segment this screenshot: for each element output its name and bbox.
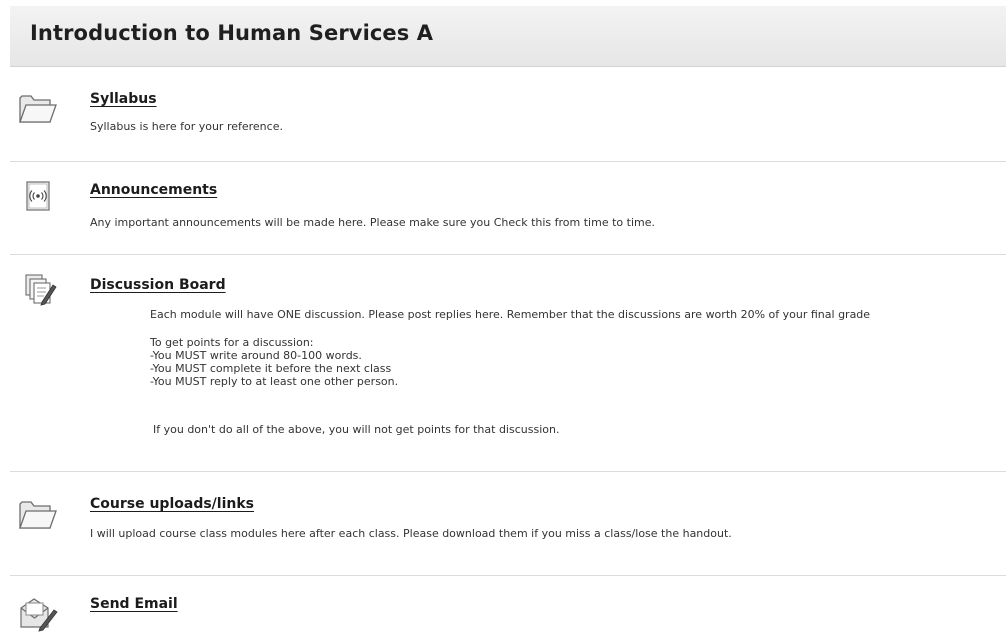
- page-header: Introduction to Human Services A: [10, 6, 1006, 67]
- folder-icon: [18, 90, 58, 130]
- discussion-board-link[interactable]: Discussion Board: [90, 277, 226, 293]
- announcement-icon: [18, 180, 58, 220]
- discussion-footer: If you don't do all of the above, you wi…: [153, 423, 560, 436]
- content-item-discussion-board: Discussion Board Each module will have O…: [10, 255, 1006, 472]
- content-item-syllabus: Syllabus Syllabus is here for your refer…: [10, 88, 1006, 162]
- discussion-rule: -You MUST write around 80-100 words.: [150, 349, 362, 362]
- discussion-intro: Each module will have ONE discussion. Pl…: [150, 308, 871, 321]
- course-uploads-description: I will upload course class modules here …: [90, 527, 732, 540]
- discussion-rule: -You MUST complete it before the next cl…: [150, 362, 392, 375]
- discussion-board-icon: [18, 272, 58, 312]
- course-uploads-link[interactable]: Course uploads/links: [90, 496, 254, 512]
- discussion-rule: -You MUST reply to at least one other pe…: [150, 375, 399, 388]
- syllabus-description: Syllabus is here for your reference.: [90, 120, 283, 133]
- announcements-description: Any important announcements will be made…: [90, 216, 655, 229]
- email-icon: [18, 594, 58, 634]
- content-item-announcements: Announcements Any important announcement…: [10, 162, 1006, 255]
- folder-icon: [18, 496, 58, 536]
- content-item-course-uploads: Course uploads/links I will upload cours…: [10, 472, 1006, 576]
- send-email-link[interactable]: Send Email: [90, 596, 178, 612]
- syllabus-link[interactable]: Syllabus: [90, 91, 157, 107]
- announcements-link[interactable]: Announcements: [90, 182, 217, 198]
- page-title: Introduction to Human Services A: [30, 21, 434, 45]
- discussion-rules-heading: To get points for a discussion:: [150, 336, 314, 349]
- content-item-send-email: Send Email: [10, 576, 1006, 636]
- discussion-rules: To get points for a discussion: -You MUS…: [150, 336, 398, 388]
